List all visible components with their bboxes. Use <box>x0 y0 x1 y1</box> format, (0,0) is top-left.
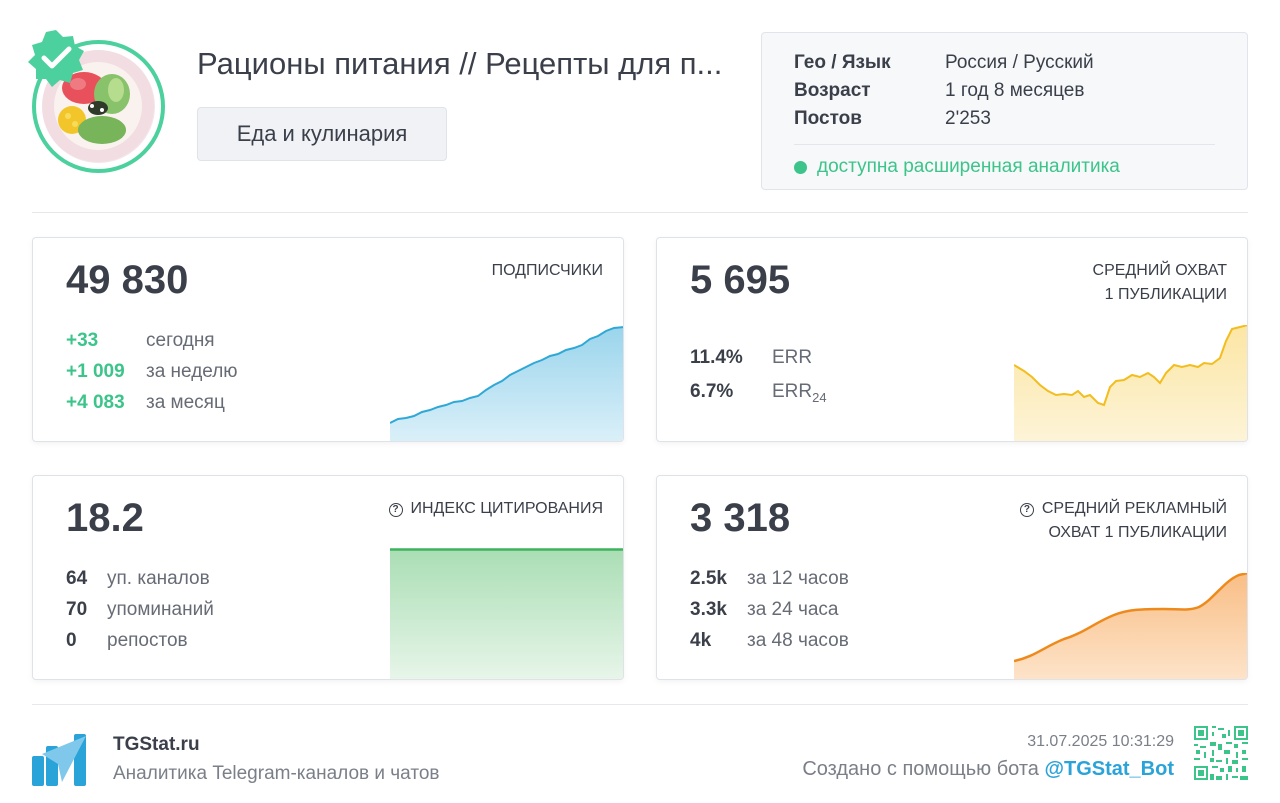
info-key: Гео / Язык <box>794 52 891 73</box>
stat-row: 4k за 48 часов <box>690 630 849 652</box>
stat-text: за месяц <box>146 392 225 413</box>
info-key: Возраст <box>794 80 871 101</box>
stat-number: 6.7% <box>690 381 734 402</box>
citation-index-label[interactable]: ? ИНДЕКС ЦИТИРОВАНИЯ <box>388 497 603 521</box>
stat-number: 0 <box>66 630 77 651</box>
stat-row: 0 репостов <box>66 630 188 652</box>
info-row-posts: Постов 2'253 <box>794 108 991 130</box>
advanced-analytics-label: доступна расширенная аналитика <box>817 156 1120 177</box>
site-tagline: Аналитика Telegram-каналов и чатов <box>113 763 440 784</box>
citation-index-card: 18.2 ? ИНДЕКС ЦИТИРОВАНИЯ 64 уп. каналов … <box>32 475 624 680</box>
stat-text: ERR24 <box>772 381 827 405</box>
citation-index-sparkline <box>390 548 623 679</box>
stat-text: уп. каналов <box>107 568 210 589</box>
stat-text: за 24 часа <box>747 599 839 620</box>
avg-reach-value: 5 695 <box>690 258 791 302</box>
ad-reach-card: 3 318 ? СРЕДНИЙ РЕКЛАМНЫЙ ОХВАТ 1 ПУБЛИКА… <box>656 475 1248 680</box>
divider <box>32 212 1248 213</box>
stat-text: сегодня <box>146 330 215 351</box>
info-value: 2'253 <box>945 108 991 129</box>
stat-number: 3.3k <box>690 599 727 620</box>
stat-row: 3.3k за 24 часа <box>690 599 839 621</box>
ad-reach-value: 3 318 <box>690 496 791 540</box>
stat-text: за 12 часов <box>747 568 849 589</box>
subscribers-label: ПОДПИСЧИКИ <box>491 262 603 279</box>
stat-text: за неделю <box>146 361 238 382</box>
stat-row: 70 упоминаний <box>66 599 214 621</box>
ad-reach-label[interactable]: ? СРЕДНИЙ РЕКЛАМНЫЙ ОХВАТ 1 ПУБЛИКАЦИИ <box>1019 497 1227 545</box>
stat-number: +33 <box>66 330 99 351</box>
stat-number: 2.5k <box>690 568 727 589</box>
made-by-text: Создано с помощью бота @TGStat_Bot <box>802 758 1174 780</box>
stat-text: ERR <box>772 347 813 368</box>
info-row-geo: Гео / Язык Россия / Русский <box>794 52 1094 74</box>
stat-text: упоминаний <box>107 599 214 620</box>
verified-badge-icon <box>28 30 84 87</box>
avg-reach-sparkline <box>1014 325 1247 441</box>
avg-reach-label: СРЕДНИЙ ОХВАТ 1 ПУБЛИКАЦИИ <box>1093 259 1227 307</box>
stat-row: 64 уп. каналов <box>66 568 210 590</box>
subscribers-sparkline <box>390 326 623 441</box>
stat-number: +1 009 <box>66 361 125 382</box>
help-icon[interactable]: ? <box>1019 503 1034 517</box>
bot-link[interactable]: @TGStat_Bot <box>1044 758 1174 780</box>
channel-info-box: Гео / Язык Россия / Русский Возраст 1 го… <box>761 32 1248 190</box>
tgstat-logo-icon[interactable] <box>32 734 88 786</box>
info-value: 1 год 8 месяцев <box>945 80 1085 101</box>
divider <box>32 704 1248 705</box>
qr-code-icon <box>1194 726 1248 780</box>
advanced-analytics-status[interactable]: доступна расширенная аналитика <box>794 156 1120 178</box>
stat-number: 70 <box>66 599 88 620</box>
stat-number: 11.4% <box>690 347 743 368</box>
stat-row: 2.5k за 12 часов <box>690 568 849 590</box>
avg-reach-card: 5 695 СРЕДНИЙ ОХВАТ 1 ПУБЛИКАЦИИ 11.4% E… <box>656 237 1248 442</box>
stat-text: за 48 часов <box>747 630 849 651</box>
stat-row: +1 009 за неделю <box>66 361 238 383</box>
stat-number: +4 083 <box>66 392 125 413</box>
stat-row: 6.7% ERR24 <box>690 381 827 405</box>
category-button[interactable]: Еда и кулинария <box>197 107 447 161</box>
info-value: Россия / Русский <box>945 52 1094 73</box>
stat-number: 64 <box>66 568 88 589</box>
subscribers-card: 49 830 ПОДПИСЧИКИ +33 сегодня +1 009 за … <box>32 237 624 442</box>
status-dot-icon <box>794 160 807 174</box>
label-line: СРЕДНИЙ ОХВАТ <box>1092 262 1227 279</box>
ad-reach-sparkline <box>1014 573 1247 679</box>
stat-row: +4 083 за месяц <box>66 392 225 414</box>
info-row-age: Возраст 1 год 8 месяцев <box>794 80 1084 102</box>
stat-row: 11.4% ERR <box>690 347 812 369</box>
info-key: Постов <box>794 108 862 129</box>
site-name-link[interactable]: TGStat.ru <box>113 734 200 756</box>
subscribers-value: 49 830 <box>66 258 189 302</box>
channel-title: Рационы питания // Рецепты для п... <box>197 46 723 81</box>
help-icon[interactable]: ? <box>388 503 403 517</box>
label-line: 1 ПУБЛИКАЦИИ <box>1104 286 1227 303</box>
stat-text: репостов <box>107 630 188 651</box>
channel-avatar <box>28 30 165 173</box>
timestamp: 31.07.2025 10:31:29 <box>1027 733 1174 750</box>
stat-row: +33 сегодня <box>66 330 215 352</box>
citation-index-value: 18.2 <box>66 496 144 540</box>
stat-number: 4k <box>690 630 712 651</box>
divider <box>794 144 1215 145</box>
